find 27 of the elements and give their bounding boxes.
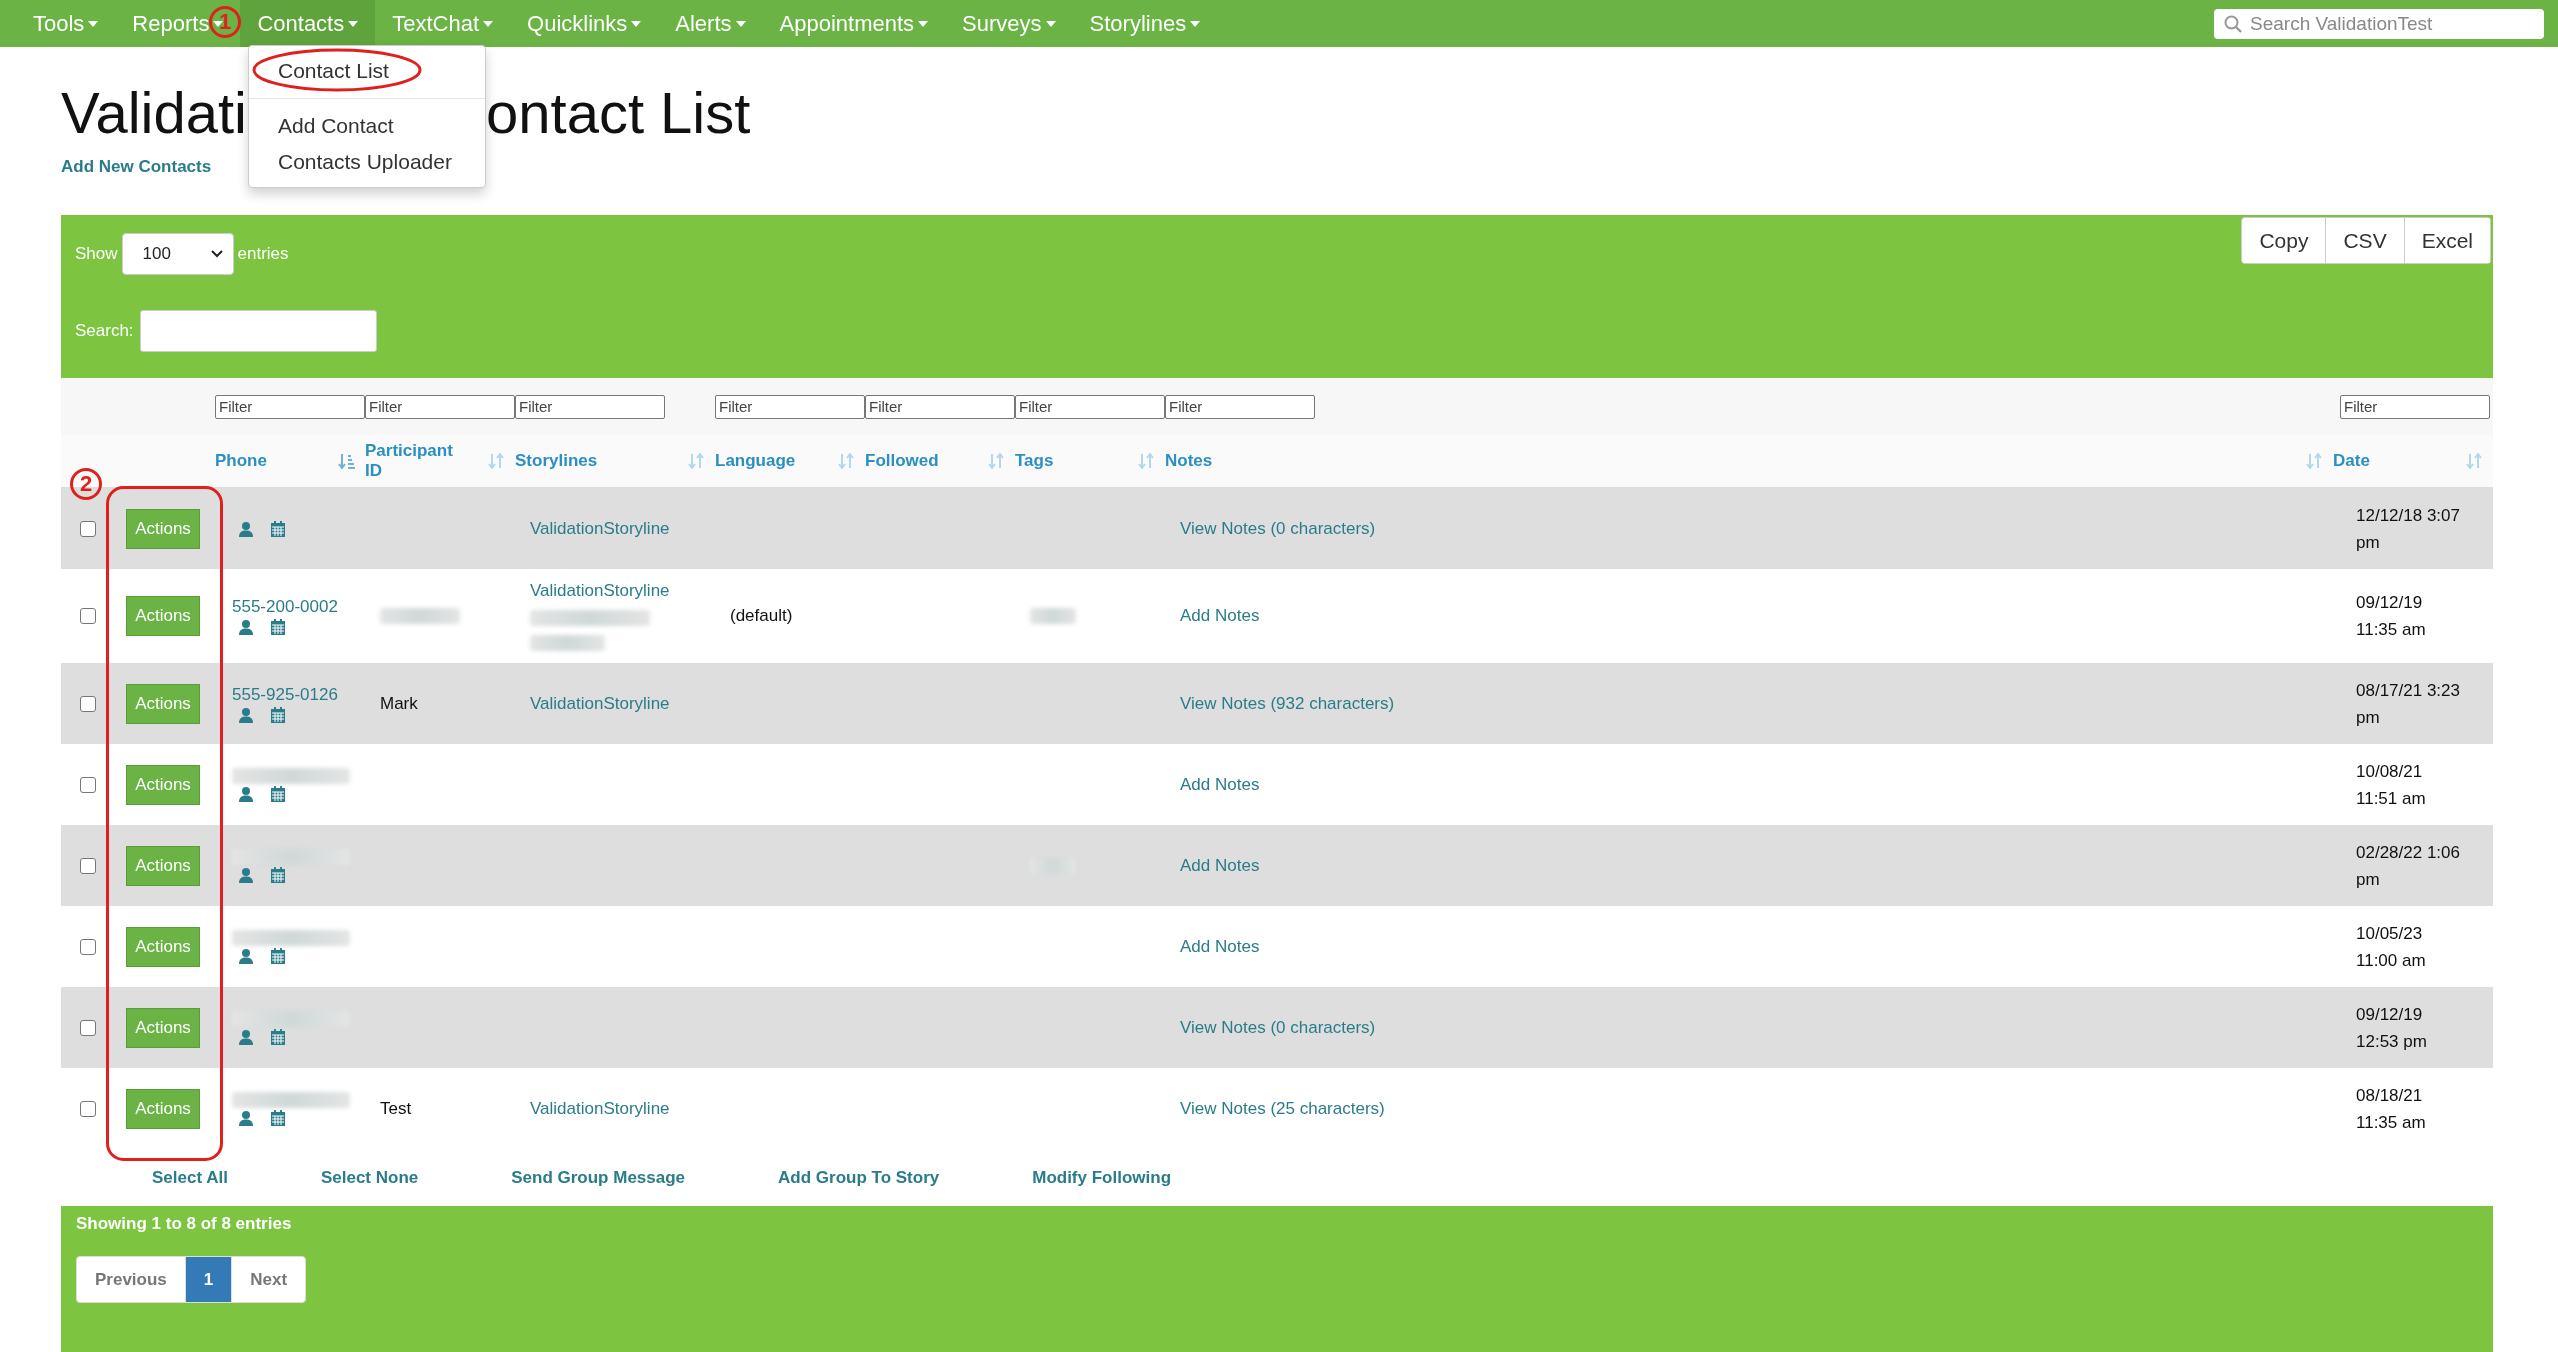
table-cell-text: pm <box>2356 868 2381 891</box>
table-cell-text: 10/08/21 <box>2356 760 2424 783</box>
page-title: ontact List <box>486 81 752 145</box>
table-cell-text: 11:00 am <box>2356 949 2427 972</box>
table-cell-text: 12/12/18 3:07 <box>2356 504 2461 527</box>
table-cell-text: 11:35 am <box>2356 619 2427 641</box>
table-cell-text: 12:53 pm <box>2356 1030 2428 1053</box>
table-cell-text: 11:51 am <box>2356 787 2427 810</box>
table-cell: (default) <box>730 606 793 626</box>
table-cell-text: pm <box>2356 706 2381 729</box>
annotation-marker: 1 <box>209 6 241 38</box>
page-title: Validati <box>61 81 248 145</box>
table-cell-text: pm <box>2356 531 2381 554</box>
entries-info: Showing 1 to 8 of 8 entries <box>76 1214 292 1234</box>
table-cell-text: 09/12/19 <box>2356 1003 2424 1026</box>
table-cell: Test <box>380 1098 412 1119</box>
table-cell-text: 11:35 am <box>2356 1111 2427 1134</box>
table-cell-text: 02/28/22 1:06 <box>2356 841 2461 864</box>
search-label: Search: <box>75 321 134 341</box>
table-cell-text: 10/05/23 <box>2356 922 2424 945</box>
table-cell-text: 08/17/21 3:23 <box>2356 679 2461 702</box>
table-cell: Mark <box>380 693 418 714</box>
annotation-marker: 2 <box>70 468 102 500</box>
table-cell-text: 09/12/19 <box>2356 592 2424 614</box>
table-cell-text: 08/18/21 <box>2356 1084 2424 1107</box>
show-label: Show <box>75 244 118 264</box>
entries-label: entries <box>237 244 289 264</box>
